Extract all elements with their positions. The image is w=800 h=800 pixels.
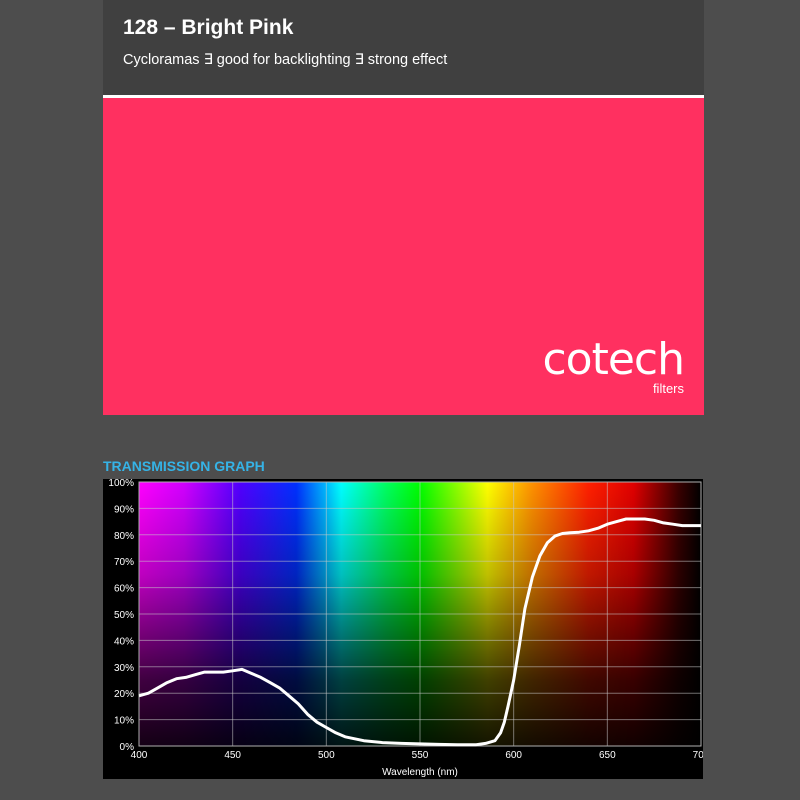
x-tick-label: 700: [693, 750, 703, 761]
y-tick-label: 60%: [114, 584, 134, 595]
y-tick-label: 20%: [114, 689, 134, 700]
y-tick-label: 100%: [108, 479, 134, 489]
x-tick-label: 400: [131, 750, 148, 761]
x-tick-label: 500: [318, 750, 335, 761]
transmission-graph: 0% 10% 20% 30% 40% 50% 60% 70% 80% 90% 100% 400 450…: [103, 479, 703, 779]
y-tick-label: 10%: [114, 716, 134, 727]
x-tick-labels: 400 450 500 550 600 650 700: [131, 750, 703, 761]
y-tick-label: 70%: [114, 557, 134, 568]
filter-header: 128 – Bright Pink Cycloramas ∃ good for …: [103, 0, 704, 98]
y-tick-label: 30%: [114, 663, 134, 674]
x-tick-label: 600: [505, 750, 522, 761]
x-tick-label: 450: [224, 750, 241, 761]
filter-title: 128 – Bright Pink: [123, 16, 294, 39]
graph-heading: TRANSMISSION GRAPH: [103, 458, 265, 474]
y-tick-labels: 0%10%20%30%40%50%60%70%80%90%100%: [108, 479, 134, 753]
x-tick-label: 650: [599, 750, 616, 761]
cotech-logo-subtext: filters: [652, 381, 684, 396]
transmission-chart: 0%10%20%30%40%50%60%70%80%90%100% 400 450…: [108, 479, 703, 778]
color-swatch: cotech filters: [103, 98, 704, 415]
x-axis-label: Wavelength (nm): [382, 767, 458, 778]
cotech-logo-wordmark: cotech: [542, 334, 685, 385]
y-tick-label: 50%: [114, 610, 134, 621]
y-tick-label: 40%: [114, 636, 134, 647]
y-tick-label: 80%: [114, 531, 134, 542]
y-tick-label: 90%: [114, 504, 134, 515]
filter-subtitle: Cycloramas ∃ good for backlighting ∃ str…: [123, 52, 448, 68]
x-tick-label: 550: [412, 750, 429, 761]
